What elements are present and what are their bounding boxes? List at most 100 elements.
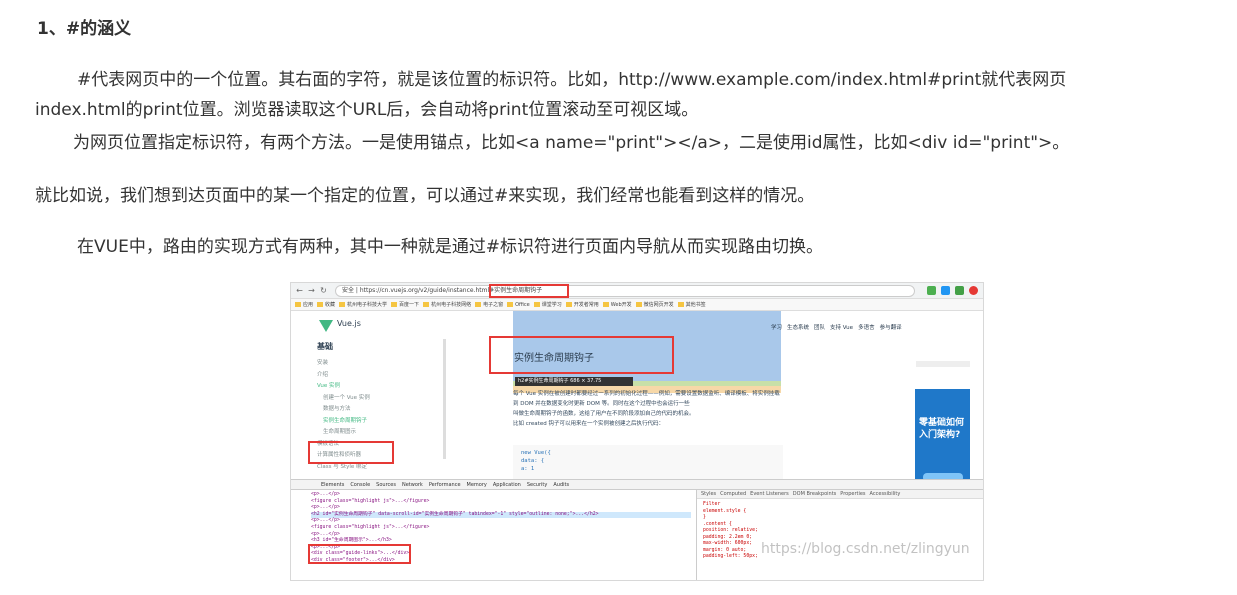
- extension-icon: [927, 286, 936, 295]
- bookmark-item: 收藏: [317, 299, 336, 310]
- content-text: 每个 Vue 实例在被创建时都要经过一系列的初始化过程——例如，需要设置数据监听…: [513, 389, 783, 429]
- paragraph-1-line-2: index.html的print位置。浏览器读取这个URL后，会自动将print…: [35, 100, 699, 120]
- topnav-item: 多语言: [858, 325, 875, 331]
- bookmark-label: Office: [515, 302, 530, 308]
- ad-text: 零基础如何入门架构?: [919, 418, 965, 440]
- topnav-item: 支持 Vue: [830, 325, 854, 331]
- address-bar: 安全 | https://cn.vuejs.org/v2/guide/insta…: [335, 285, 915, 297]
- paragraph-4: 在VUE中，路由的实现方式有两种，其中一种就是通过#标识符进行页面内导航从而实现…: [35, 232, 823, 262]
- styles-tab: Styles: [701, 491, 717, 497]
- styles-tab: Properties: [840, 491, 866, 497]
- inspect-tooltip: h2#实例生命周期钩子 686 × 37.75: [515, 377, 633, 386]
- topnav-item: 团队: [814, 325, 826, 331]
- sidebar-item: 介绍: [317, 371, 329, 378]
- styles-tab: Accessibility: [869, 491, 901, 497]
- bookmark-label: 百度一下: [399, 302, 420, 308]
- content-line: 叫做生命周期钩子的函数，这给了用户在不同阶段添加自己的代码的机会。: [513, 411, 695, 417]
- bookmark-label: 课堂学习: [541, 302, 562, 308]
- devtools-tab: Memory: [466, 482, 487, 488]
- bookmark-label: 杭州电子科技网络: [431, 302, 472, 308]
- folder-icon: [317, 302, 324, 307]
- dom-line: <figure class="highlight js">...</figure…: [311, 498, 430, 504]
- devtools-tab: Security: [526, 482, 548, 488]
- extension-icon: [969, 286, 978, 295]
- bookmarks-bar: 应用 收藏 杭州电子科技大学 百度一下 杭州电子科技网络 电子之窗 Office 课堂学习 开发…: [291, 299, 983, 311]
- styles-tab: Event Listeners: [750, 491, 789, 497]
- bookmark-label: 收藏: [325, 302, 336, 308]
- paragraph-1: #代表网页中的一个位置。其右面的字符，就是该位置的标识符。比如，http://w…: [35, 65, 1066, 125]
- bookmark-label: 开发者常用: [573, 302, 599, 308]
- sidebar-item: 创建一个 Vue 实例: [323, 394, 370, 401]
- paragraph-1-line-1: #代表网页中的一个位置。其右面的字符，就是该位置的标识符。比如，http://w…: [77, 70, 1067, 90]
- folder-icon: [565, 302, 572, 307]
- folder-icon: [533, 302, 540, 307]
- sidebar-item: 数据与方法: [323, 406, 351, 412]
- folder-icon: [677, 302, 684, 307]
- devtools-tab: Audits: [553, 482, 570, 488]
- dom-line: <p>...</p>: [311, 492, 340, 497]
- sidebar-scrollbar: [443, 339, 446, 459]
- folder-icon: [475, 302, 482, 307]
- highlight-box-title: [489, 336, 674, 374]
- bookmark-item: Web开发: [602, 299, 632, 310]
- folder-icon: [423, 302, 430, 307]
- devtools-tabs: Elements Console Sources Network Performance…: [291, 480, 983, 490]
- vue-docs-page: Vue.js 学习 生态系统 团队 支持 Vue 多语言 参与翻译 基础 安装介绍 Vue …: [291, 311, 983, 495]
- bookmark-item: 其他书签: [677, 299, 706, 310]
- styles-tabs: Styles Computed Event Listeners DOM Breakpo…: [697, 490, 983, 499]
- back-icon: ←: [296, 286, 303, 295]
- devtools-tab: Elements: [321, 482, 345, 488]
- sidebar-title: 基础: [317, 342, 333, 351]
- code-line: data: {: [521, 458, 545, 464]
- bookmark-item: 开发者常用: [565, 299, 599, 310]
- topnav-item: 生态系统: [787, 325, 810, 331]
- bookmark-item: Office: [507, 299, 530, 310]
- forward-icon: →: [308, 286, 315, 295]
- code-line: new Vue({: [521, 450, 551, 456]
- highlight-box-dom: [308, 544, 411, 564]
- bookmark-label: Web开发: [610, 302, 632, 308]
- bookmark-item: 百度一下: [391, 299, 420, 310]
- extension-icon: [941, 286, 950, 295]
- browser-toolbar: ← → ↻ 安全 | https://cn.vuejs.org/v2/guide…: [291, 283, 983, 299]
- embedded-screenshot: ← → ↻ 安全 | https://cn.vuejs.org/v2/guide…: [290, 282, 984, 581]
- bookmark-item: 杭州电子科技网络: [423, 299, 472, 310]
- devtools-tab: Performance: [428, 482, 461, 488]
- topnav-item: 参与翻译: [879, 325, 902, 331]
- bookmark-item: 应用: [295, 299, 314, 310]
- topnav-item: 学习: [771, 325, 783, 331]
- paragraph-2-text: 为网页位置指定标识符，有两个方法。一是使用锚点，比如<a name="print…: [73, 133, 1070, 153]
- folder-icon: [391, 302, 398, 307]
- devtools-panel: Elements Console Sources Network Performance…: [291, 479, 983, 580]
- dom-line: <p>...</p>: [311, 505, 340, 511]
- watermark: https://blog.csdn.net/zlingyun: [761, 541, 970, 557]
- paragraph-2: 为网页位置指定标识符，有两个方法。一是使用锚点，比如<a name="print…: [35, 128, 1069, 158]
- content-line: 比如 created 钩子可以用来在一个实例被创建之后执行代码：: [513, 421, 664, 427]
- folder-icon: [339, 302, 346, 307]
- ad-label: [916, 361, 970, 367]
- sidebar-item: 实例生命周期钩子: [323, 417, 368, 424]
- folder-icon: [602, 302, 609, 307]
- bookmark-item: 电子之窗: [475, 299, 504, 310]
- paragraph-4-text: 在VUE中，路由的实现方式有两种，其中一种就是通过#标识符进行页面内导航从而实现…: [77, 237, 824, 257]
- bookmark-label: 应用: [303, 302, 314, 308]
- sidebar-item: 安装: [317, 360, 329, 366]
- sidebar-item: 生命周期图示: [323, 429, 357, 435]
- dom-line: <h2 id="实例生命周期钩子" data-scroll-id="实例生命周期…: [311, 511, 691, 519]
- bookmark-label: 电子之窗: [483, 302, 504, 308]
- devtools-tab: Console: [350, 482, 371, 488]
- highlight-box-url: [489, 284, 569, 298]
- bookmark-item: 杭州电子科技大学: [339, 299, 388, 310]
- content-line: 每个 Vue 实例在被创建时都要经过一系列的初始化过程——例如，需要设置数据监听…: [513, 391, 780, 407]
- devtools-tab: Application: [492, 482, 521, 488]
- bookmark-label: 其他书签: [685, 302, 706, 308]
- section-heading: 1、#的涵义: [37, 19, 132, 39]
- vue-logo-icon: [319, 320, 333, 332]
- code-block: new Vue({ data: { a: 1: [513, 445, 783, 479]
- devtools-tab: Network: [401, 482, 423, 488]
- extension-icon: [955, 286, 964, 295]
- reload-icon: ↻: [320, 286, 327, 295]
- bookmark-label: 杭州电子科技大学: [347, 302, 388, 308]
- sidebar-item: Vue 实例: [317, 383, 341, 389]
- vue-logo-text: Vue.js: [337, 319, 361, 328]
